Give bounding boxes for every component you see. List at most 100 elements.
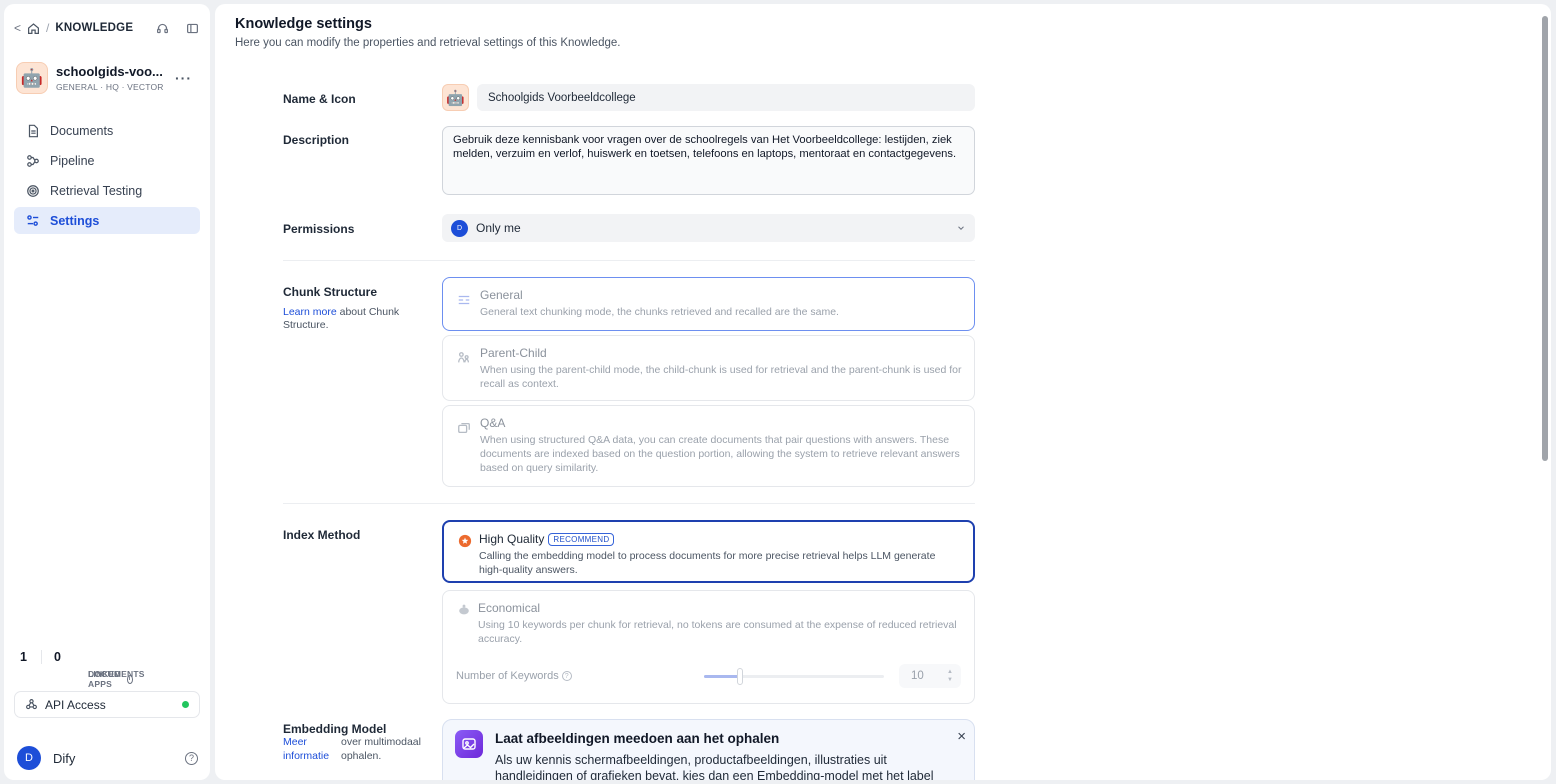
name-row: 🤖 Schoolgids Voorbeeldcollege (442, 84, 975, 111)
keywords-label: Number of Keywords (456, 670, 559, 682)
sidebar-item-documents[interactable]: Documents (14, 117, 200, 144)
breadcrumb-title[interactable]: KNOWLEDGE (55, 22, 133, 34)
index-method-label: Index Method (283, 528, 361, 542)
main-panel: Knowledge settings Here you can modify t… (215, 4, 1551, 780)
robot-icon-picker[interactable]: 🤖 (442, 84, 469, 111)
document-icon (26, 124, 42, 138)
scrollbar[interactable] (1542, 16, 1548, 461)
linked-apps-label: LINKED APPS (88, 669, 121, 689)
more-options-button[interactable]: ··· (175, 70, 192, 86)
index-option-title: Economical (478, 601, 541, 615)
embedding-help-line1: over multimodaal (341, 736, 421, 748)
keywords-slider-fill (704, 675, 740, 678)
chunk-option-title: Parent-Child (480, 346, 547, 360)
chunk-option-title: Q&A (480, 416, 506, 430)
api-access-label: API Access (45, 697, 106, 712)
close-icon[interactable]: × (957, 728, 966, 745)
chunk-option-general[interactable]: General General text chunking mode, the … (442, 277, 975, 331)
chunk-option-desc: General text chunking mode, the chunks r… (480, 306, 839, 318)
sidebar-item-pipeline[interactable]: Pipeline (14, 147, 200, 174)
star-badge-icon (457, 533, 473, 549)
permission-avatar: D (451, 219, 468, 237)
chunk-option-desc: When using the parent-child mode, the ch… (480, 364, 962, 390)
robot-avatar-icon: 🤖 (16, 62, 48, 94)
target-icon (26, 184, 42, 198)
banner-desc: Als uw kennis schermafbeeldingen, produc… (495, 753, 934, 780)
knowledge-meta: GENERAL · HQ · VECTOR (56, 82, 164, 92)
learn-more-link[interactable]: Learn more (283, 306, 337, 318)
stepper-arrows-icon[interactable]: ▲ ▼ (947, 668, 953, 684)
qa-chat-icon (456, 420, 472, 436)
breadcrumb: < / KNOWLEDGE (14, 18, 200, 38)
keywords-slider[interactable] (704, 668, 884, 685)
headset-icon[interactable] (154, 20, 170, 36)
sidebar-item-label: Settings (50, 213, 100, 228)
info-icon[interactable]: i (126, 674, 133, 684)
permissions-value: Only me (476, 221, 521, 235)
index-option-desc: Calling the embedding model to process d… (479, 550, 936, 576)
chunk-option-title: General (480, 288, 523, 302)
sidebar-item-retrieval-testing[interactable]: Retrieval Testing (14, 177, 200, 204)
keywords-value: 10 (911, 670, 924, 682)
api-status-dot (182, 701, 189, 708)
piggy-bank-icon (456, 602, 472, 618)
divider (283, 260, 975, 261)
parent-child-icon (456, 350, 472, 366)
panel-toggle-icon[interactable] (184, 20, 200, 36)
user-row[interactable]: D Dify ? (17, 746, 198, 770)
more-info-link-line2[interactable]: informatie (283, 749, 329, 763)
keywords-slider-thumb[interactable] (737, 668, 743, 685)
name-input[interactable]: Schoolgids Voorbeeldcollege (477, 84, 975, 111)
info-icon[interactable]: ? (561, 671, 572, 681)
sidebar-item-label: Pipeline (50, 153, 95, 168)
sidebar-item-settings[interactable]: Settings (14, 207, 200, 234)
chunk-structure-label: Chunk Structure (283, 285, 378, 299)
more-info-link-line1[interactable]: Meer (283, 735, 329, 749)
divider (283, 503, 975, 504)
index-option-high-quality[interactable]: High Quality RECOMMEND Calling the embedd… (442, 520, 975, 583)
sidebar-nav: Documents Pipeline Retrieval Testing Set… (14, 117, 200, 237)
pipeline-icon (26, 154, 42, 168)
permissions-label: Permissions (283, 222, 355, 236)
chunk-option-qa[interactable]: Q&A When using structured Q&A data, you … (442, 405, 975, 487)
image-sparkle-icon (455, 730, 483, 758)
knowledge-stats: 1 DOCUMENTS 0 LINKED APPS i (20, 650, 144, 689)
description-label: Description (283, 133, 350, 147)
index-option-title: High Quality (479, 532, 545, 546)
chunk-option-parent-child[interactable]: Parent-Child When using the parent-child… (442, 335, 975, 401)
settings-sliders-icon (26, 214, 42, 228)
keywords-number-input[interactable]: 10 ▲ ▼ (899, 664, 961, 688)
page-title: Knowledge settings (235, 16, 372, 32)
name-icon-label: Name & Icon (283, 92, 356, 106)
documents-count: 1 (20, 650, 27, 664)
breadcrumb-separator: / (46, 21, 50, 35)
page-subtitle: Here you can modify the properties and r… (235, 37, 621, 49)
sidebar-item-label: Retrieval Testing (50, 183, 143, 198)
multimodal-banner: Laat afbeeldingen meedoen aan het ophale… (442, 719, 975, 780)
keywords-row: Number of Keywords ? 10 ▲ ▼ (456, 664, 961, 688)
linked-apps-count: 0 (53, 650, 61, 664)
knowledge-name: schoolgids-voo... (56, 64, 163, 79)
description-textarea[interactable]: Gebruik deze kennisbank voor vragen over… (442, 126, 975, 195)
back-chevron-icon[interactable]: < (14, 21, 21, 35)
sidebar: < / KNOWLEDGE 🤖 schoolgids-voo... GENERA… (4, 4, 210, 780)
banner-title: Laat afbeeldingen meedoen aan het ophale… (495, 731, 780, 746)
chunk-option-desc: When using structured Q&A data, you can … (480, 434, 960, 474)
chunk-structure-help: Learn more about Chunk Structure. (283, 306, 413, 332)
user-avatar[interactable]: D (17, 746, 41, 770)
chevron-down-icon (956, 223, 966, 233)
help-icon[interactable]: ? (185, 751, 198, 765)
api-access-button[interactable]: API Access (14, 691, 200, 718)
linked-apps-stat: 0 LINKED APPS i (40, 650, 133, 689)
home-icon[interactable] (27, 22, 40, 35)
recommend-badge: RECOMMEND (548, 532, 615, 546)
text-lines-icon (456, 292, 472, 308)
index-option-desc: Using 10 keywords per chunk for retrieva… (478, 619, 957, 645)
sidebar-item-label: Documents (50, 123, 114, 138)
embedding-help-line2: ophalen. (341, 750, 382, 762)
api-icon (25, 698, 38, 711)
embedding-model-label: Embedding Model (283, 722, 387, 736)
user-name: Dify (53, 750, 76, 766)
permissions-select[interactable]: D Only me (442, 214, 975, 242)
documents-stat: 1 DOCUMENTS (20, 650, 144, 679)
